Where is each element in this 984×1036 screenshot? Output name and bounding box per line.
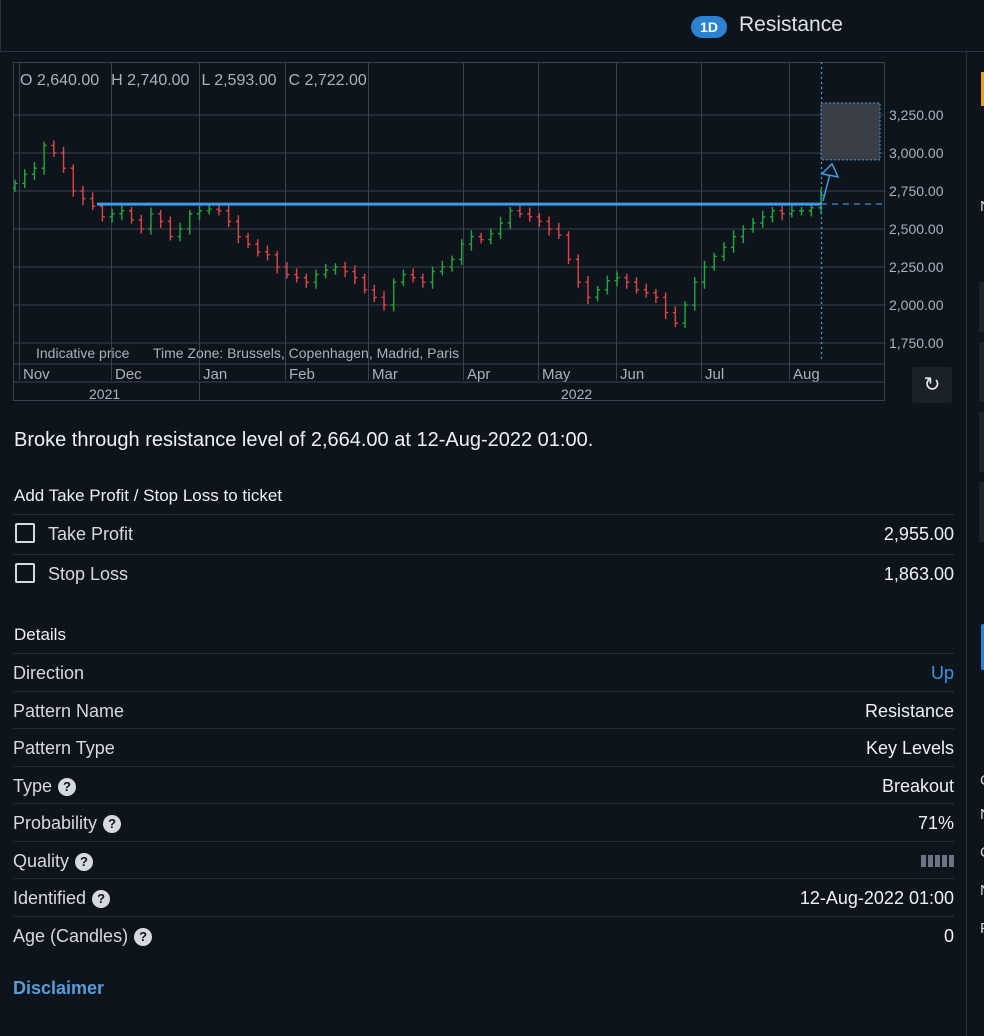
quality-bars-icon — [921, 855, 954, 867]
target-zone — [820, 102, 881, 161]
detail-row-probability: Probability? 71% — [13, 803, 954, 841]
stop-loss-checkbox[interactable] — [15, 563, 35, 583]
stop-loss-value: 1,863.00 — [883, 564, 954, 584]
identified-label: Identified — [13, 888, 87, 908]
probability-help-icon[interactable]: ? — [103, 815, 122, 833]
y-tick-label: 3,250.00 — [889, 107, 944, 123]
identified-help-icon[interactable]: ? — [92, 890, 111, 908]
age-help-icon[interactable]: ? — [134, 928, 153, 946]
age-value: 0 — [943, 926, 954, 946]
month-label: May — [542, 366, 571, 383]
ohlc-close: C 2,722.00 — [288, 72, 367, 89]
quality-help-icon[interactable]: ? — [75, 853, 94, 871]
type-label: Type — [13, 776, 53, 796]
adjacent-panel-edge: N C N C N F — [966, 52, 984, 1036]
probability-value: 71% — [917, 813, 954, 833]
y-tick-label: 2,500.00 — [889, 221, 944, 237]
type-value: Breakout — [881, 776, 954, 796]
pattern-type-value: Key Levels — [865, 738, 954, 758]
month-label: Jan — [203, 366, 227, 383]
arrow-head-icon — [820, 162, 840, 178]
price-chart[interactable]: 3,250.00 3,000.00 2,750.00 2,500.00 2,250.00… — [13, 62, 955, 404]
month-label: Feb — [289, 366, 315, 383]
edge-letter: N — [980, 198, 984, 215]
year-label: 2021 — [89, 386, 120, 402]
quality-bar — [942, 855, 947, 867]
take-profit-row[interactable]: Take Profit 2,955.00 — [13, 514, 954, 552]
y-tick-label: 1,750.00 — [889, 335, 944, 351]
edge-block — [979, 282, 984, 332]
details-section-title: Details — [14, 625, 66, 644]
ohlc-open: O 2,640.00 — [20, 72, 100, 89]
stop-loss-row[interactable]: Stop Loss 1,863.00 — [13, 554, 954, 592]
quality-bar — [928, 855, 933, 867]
pattern-name-value: Resistance — [864, 701, 954, 721]
edge-letter: N — [980, 882, 984, 899]
y-tick-label: 2,000.00 — [889, 297, 944, 313]
ohlc-low: L 2,593.00 — [201, 72, 277, 89]
direction-label: Direction — [13, 663, 85, 683]
refresh-icon: ↻ — [923, 374, 941, 396]
detail-row-pattern-name: Pattern Name Resistance — [13, 691, 954, 729]
month-label: Mar — [372, 366, 398, 383]
detail-row-type: Type? Breakout — [13, 766, 954, 804]
indicative-price-note: Indicative price — [36, 345, 130, 361]
month-label: Dec — [115, 366, 142, 383]
stop-loss-label: Stop Loss — [48, 564, 129, 584]
y-tick-label: 2,250.00 — [889, 259, 944, 275]
y-tick-label: 3,000.00 — [889, 145, 944, 161]
quality-bar — [935, 855, 940, 867]
timezone-note: Time Zone: Brussels, Copenhagen, Madrid,… — [153, 345, 460, 361]
month-label: Apr — [467, 366, 490, 383]
identified-value: 12-Aug-2022 01:00 — [799, 888, 954, 908]
year-label: 2022 — [561, 386, 592, 402]
detail-row-direction: Direction Up — [13, 653, 954, 691]
timeframe-badge: 1D — [691, 16, 727, 38]
take-profit-checkbox[interactable] — [15, 523, 35, 543]
edge-block — [979, 342, 984, 402]
edge-letter: C — [980, 844, 984, 861]
month-label: Jun — [620, 366, 644, 383]
month-label: Aug — [793, 366, 820, 383]
quality-bar — [949, 855, 954, 867]
pattern-type-label: Pattern Type — [13, 738, 115, 758]
edge-letter: F — [980, 920, 984, 937]
edge-letter: N — [980, 806, 984, 823]
direction-value: Up — [930, 663, 954, 683]
breakout-arrow — [822, 173, 831, 202]
ticket-section-title: Add Take Profit / Stop Loss to ticket — [14, 486, 283, 505]
panel-header: 1D Resistance — [0, 0, 984, 52]
age-label: Age (Candles) — [13, 926, 129, 946]
signal-headline: Broke through resistance level of 2,664.… — [14, 429, 594, 451]
ohlc-high: H 2,740.00 — [111, 72, 190, 89]
edge-block — [979, 412, 984, 472]
quality-bar — [921, 855, 926, 867]
type-help-icon[interactable]: ? — [58, 778, 77, 796]
detail-row-quality: Quality? — [13, 841, 954, 879]
refresh-button[interactable]: ↻ — [912, 367, 952, 403]
detail-row-pattern-type: Pattern Type Key Levels — [13, 728, 954, 766]
pattern-name-label: Pattern Name — [13, 701, 125, 721]
panel-title: Resistance — [739, 13, 843, 36]
disclaimer-link[interactable]: Disclaimer — [13, 978, 104, 999]
ohlc-readout: O 2,640.00 H 2,740.00 L 2,593.00 C 2,722.00 — [20, 72, 379, 90]
month-label: Nov — [23, 366, 50, 383]
detail-row-age: Age (Candles)? 0 — [13, 916, 954, 954]
month-label: Jul — [705, 366, 724, 383]
edge-letter: C — [980, 772, 984, 789]
y-tick-label: 2,750.00 — [889, 183, 944, 199]
quality-label: Quality — [13, 851, 70, 871]
take-profit-value: 2,955.00 — [883, 524, 954, 544]
take-profit-label: Take Profit — [48, 524, 134, 544]
probability-label: Probability — [13, 813, 98, 833]
detail-row-identified: Identified? 12-Aug-2022 01:00 — [13, 878, 954, 916]
edge-block — [979, 482, 984, 542]
